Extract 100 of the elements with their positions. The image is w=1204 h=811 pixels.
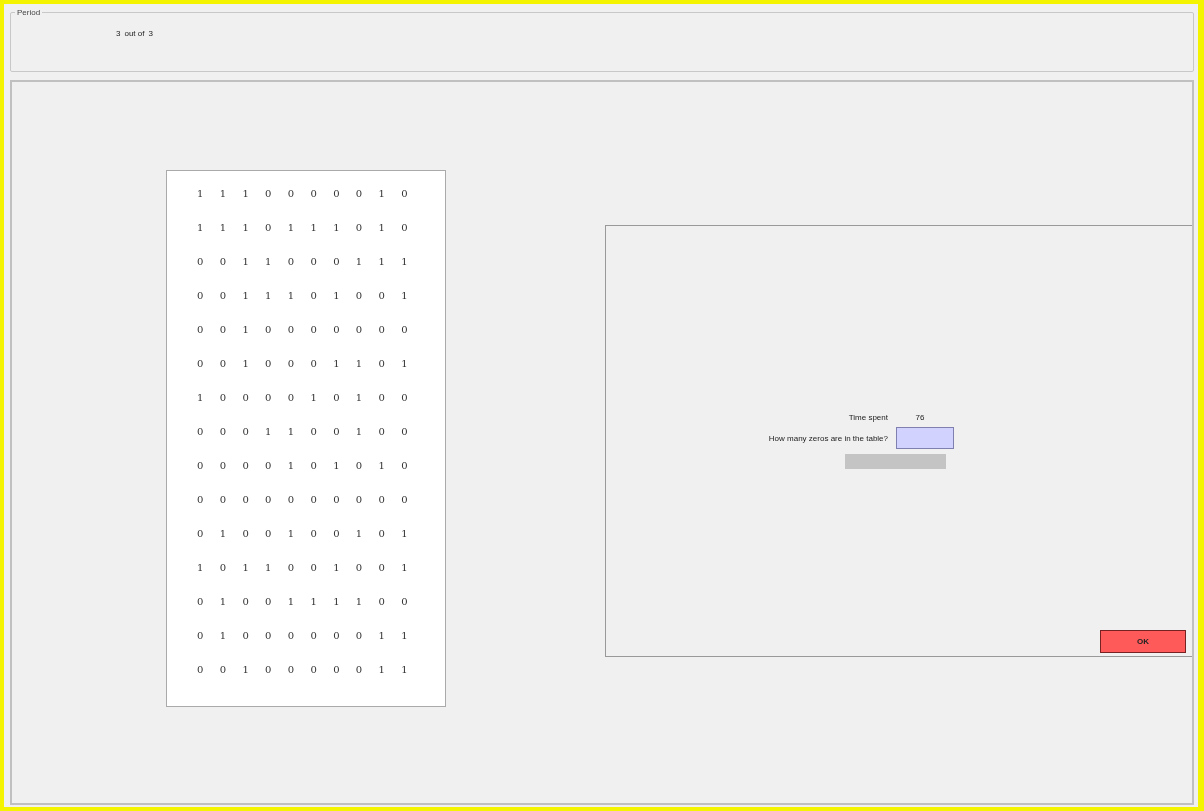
table-cell-text: 1 [333, 358, 341, 371]
table-cell-text: 1 [378, 460, 386, 473]
table-cell-text: 0 [287, 494, 296, 507]
table-cell-text: 1 [401, 664, 409, 677]
table-cell-text: 0 [287, 324, 296, 337]
table-cell-text: 0 [265, 188, 273, 201]
question-label: How many zeros are in the table? [767, 433, 888, 443]
table-cell-text: 0 [219, 664, 228, 677]
table-cell-text: 1 [333, 290, 341, 303]
table-cell-text: 0 [287, 256, 296, 269]
table-cell-text: 1 [197, 562, 205, 575]
ok-button[interactable]: OK [1100, 630, 1186, 653]
table-cell-text: 1 [287, 222, 296, 235]
table-cell-text: 0 [355, 664, 364, 677]
table-cell-text: 0 [265, 528, 273, 541]
table-cell-text: 0 [310, 290, 318, 303]
table-cell-text: 0 [378, 562, 386, 575]
table-cell-text: 0 [378, 596, 386, 609]
table-cell-text: 1 [197, 222, 205, 235]
table-cell-text: 0 [310, 494, 318, 507]
table-cell-text: 1 [219, 630, 228, 643]
table-cell-text: 0 [310, 324, 318, 337]
time-label: Time spent [847, 413, 888, 422]
table-cell-text: 0 [333, 256, 341, 269]
table-cell-text: 1 [197, 392, 205, 405]
table-cell-text: 0 [197, 324, 205, 337]
table-cell-text: 0 [197, 358, 205, 371]
table-cell-text: 1 [219, 188, 228, 201]
table-cell-text: 0 [197, 664, 205, 677]
table-cell-text: 0 [355, 188, 364, 201]
table-cell-text: 0 [310, 664, 318, 677]
table-cell-text: 0 [355, 222, 364, 235]
table-cell-text: 0 [197, 596, 205, 609]
table-cell-text: 1 [355, 392, 364, 405]
table-cell-text: 1 [355, 528, 364, 541]
table-cell-text: 0 [287, 392, 296, 405]
table-cell-text: 0 [219, 460, 228, 473]
table-cell-text: 0 [401, 426, 409, 439]
period-total: 3 [148, 29, 153, 38]
period-current: 3 [116, 29, 121, 38]
table-cell-text: 1 [242, 222, 250, 235]
table-cell-text: 0 [310, 358, 318, 371]
table-cell-text: 0 [355, 562, 364, 575]
table-cell-text: 0 [333, 392, 341, 405]
table-cell-text: 0 [378, 358, 386, 371]
table-cell-text: 0 [401, 188, 409, 201]
table-cell-text: 1 [287, 596, 296, 609]
table-cell-text: 1 [401, 358, 409, 371]
table-cell-text: 0 [310, 528, 318, 541]
table-cell-text: 0 [310, 188, 318, 201]
table-cell-text: 0 [401, 596, 409, 609]
table-cell-text: 1 [287, 528, 296, 541]
table-cell-text: 1 [265, 256, 273, 269]
table-cell-text: 1 [333, 460, 341, 473]
table-cell-text: 0 [401, 392, 409, 405]
table-cell-text: 0 [242, 596, 250, 609]
table-cell-text: 0 [265, 494, 273, 507]
table-cell-text: 0 [219, 324, 228, 337]
table-cell-text: 0 [265, 222, 273, 235]
table-cell-text: 0 [265, 324, 273, 337]
table-cell-text: 0 [219, 494, 228, 507]
table-cell-text: 1 [310, 222, 318, 235]
table-cell-text: 1 [265, 290, 273, 303]
table-cell-text: 1 [242, 664, 250, 677]
table-cell-text: 0 [219, 290, 228, 303]
table-cell-text: 0 [219, 562, 228, 575]
table-cell-text: 1 [378, 256, 386, 269]
table-cell-text: 0 [242, 392, 250, 405]
table-cell-text: 0 [197, 290, 205, 303]
table-cell-text: 0 [265, 392, 273, 405]
table-cell-text: 0 [355, 290, 364, 303]
table-cell-text: 1 [287, 290, 296, 303]
table-cell-text: 0 [310, 562, 318, 575]
table-cell-text: 0 [378, 494, 386, 507]
table-cell-text: 1 [265, 426, 273, 439]
table-cell-text: 1 [242, 358, 250, 371]
table-cell-text: 1 [242, 324, 250, 337]
table-cell-text: 1 [219, 596, 228, 609]
table-cell-text: 0 [333, 494, 341, 507]
table-cell-text: 0 [355, 630, 364, 643]
table-cell-text: 0 [378, 324, 386, 337]
table-cell-text: 0 [401, 494, 409, 507]
table-cell-text: 0 [242, 528, 250, 541]
table-cell-text: 0 [242, 460, 250, 473]
table-cell-text: 0 [219, 426, 228, 439]
table-cell-text: 1 [355, 358, 364, 371]
table-cell-text: 0 [333, 188, 341, 201]
table-cell-text: 0 [378, 290, 386, 303]
table-cell-text: 0 [197, 460, 205, 473]
table-cell-text: 1 [219, 528, 228, 541]
table-cell-text: 0 [197, 426, 205, 439]
table-cell-text: 0 [333, 528, 341, 541]
table-cell-text: 1 [197, 188, 205, 201]
period-legend: Period [15, 8, 43, 17]
table-cell-text: 0 [333, 426, 341, 439]
answer-field[interactable] [896, 427, 954, 449]
table-cell-text: 1 [401, 562, 409, 575]
table-cell-text: 1 [287, 426, 296, 439]
table-cell-text: 1 [355, 426, 364, 439]
table-cell-text: 0 [310, 460, 318, 473]
